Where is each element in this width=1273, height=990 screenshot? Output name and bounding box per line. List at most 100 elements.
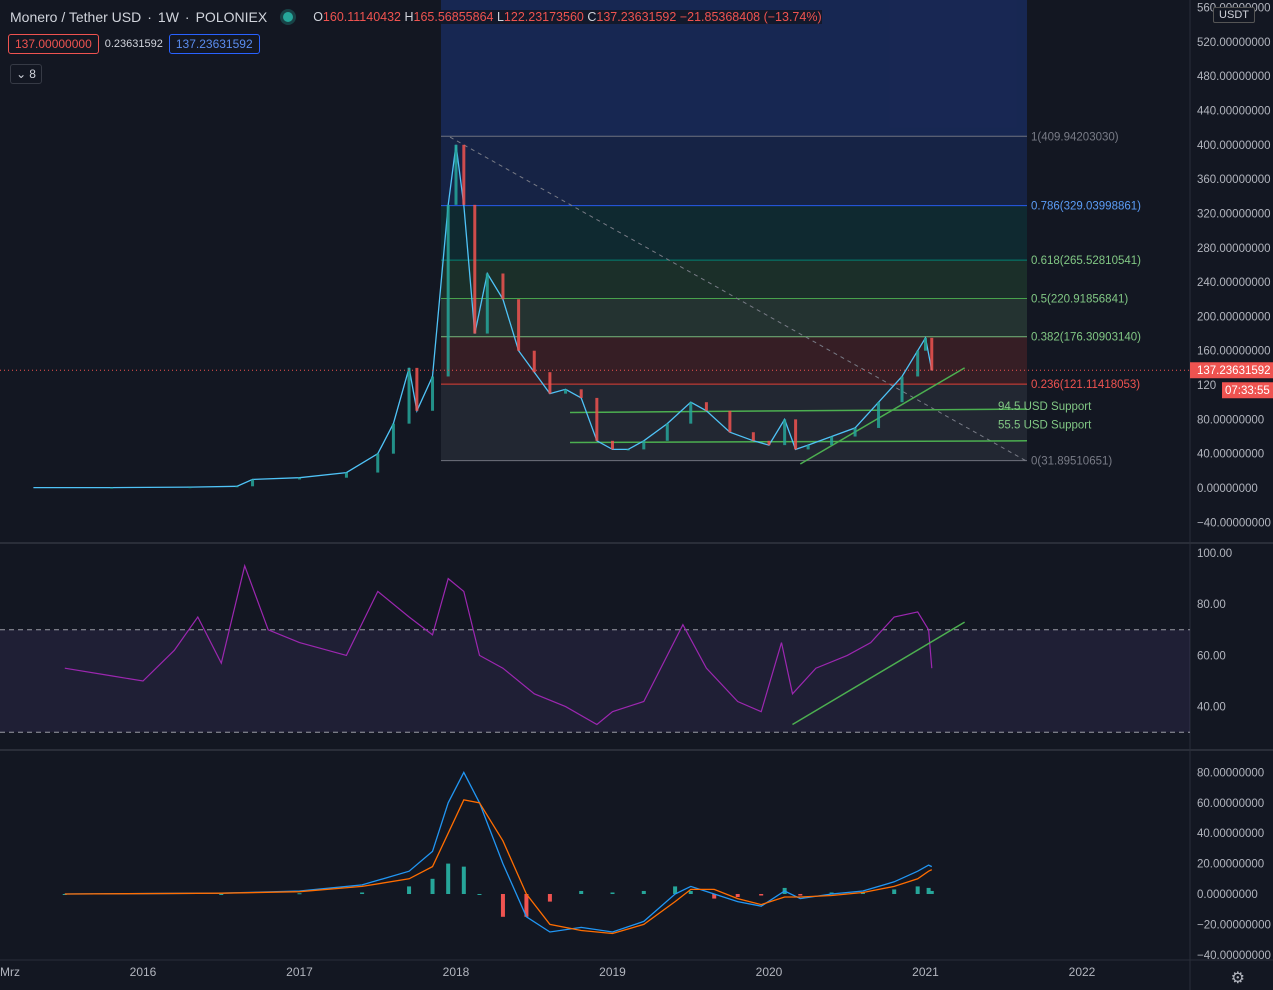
macd-axis-tick: 20.00000000 xyxy=(1197,859,1264,871)
price-candle xyxy=(877,402,881,428)
chevron-down-icon: ⌄ xyxy=(16,67,27,81)
price-candle xyxy=(391,423,395,454)
price-candle xyxy=(794,419,798,450)
price-candle xyxy=(689,402,693,424)
price-candle xyxy=(916,350,920,377)
price-axis-tick: 240.00000000 xyxy=(1197,277,1271,289)
time-axis-tick: 2016 xyxy=(130,965,157,979)
macd-histogram-bar xyxy=(579,890,584,894)
time-axis-tick: 2017 xyxy=(286,965,313,979)
macd-histogram-bar xyxy=(892,889,897,894)
price-candle xyxy=(751,432,755,441)
price-candle xyxy=(376,453,380,473)
fib-level-label: 0.618(265.52810541) xyxy=(1031,255,1141,267)
price-axis-tick: 40.00000000 xyxy=(1197,449,1264,461)
price-candle xyxy=(344,472,348,478)
time-axis-tick: 2021 xyxy=(912,965,939,979)
fib-zone xyxy=(441,136,1027,206)
price-candle xyxy=(251,479,255,487)
signal-line xyxy=(64,799,933,935)
fib-zone xyxy=(441,384,1027,461)
macd-histogram-bar xyxy=(929,890,934,894)
price-axis-tick: 200.00000000 xyxy=(1197,311,1271,323)
macd-line xyxy=(64,770,933,933)
rsi-axis-tick: 100.00 xyxy=(1197,548,1232,560)
price-candle xyxy=(415,367,419,411)
rsi-axis-tick: 60.00 xyxy=(1197,650,1226,662)
price-candle xyxy=(407,367,411,424)
indicators-toggle[interactable]: ⌄ 8 xyxy=(10,64,42,84)
sell-button[interactable]: 137.00000000 xyxy=(8,34,99,54)
macd-histogram-bar xyxy=(610,892,615,894)
price-candle xyxy=(462,144,466,205)
macd-axis-tick: 80.00000000 xyxy=(1197,767,1264,779)
price-candle xyxy=(110,487,114,489)
market-status-icon xyxy=(283,12,294,22)
gear-icon[interactable]: ⚙ xyxy=(1231,968,1245,988)
time-axis-tick: 2018 xyxy=(443,965,470,979)
time-axis-tick: 2020 xyxy=(756,965,783,979)
symbol-legend: Monero / Tether USD · 1W · POLONIEX O160… xyxy=(10,9,822,25)
price-axis-tick: 480.00000000 xyxy=(1197,71,1271,83)
chart-canvas[interactable]: 1(409.94203030) 0.786(329.03998861) 0.618(… xyxy=(0,0,1273,990)
fib-level-label: 0(31.89510651) xyxy=(1031,456,1112,468)
fib-level-label: 0.236(121.11418053) xyxy=(1031,379,1140,391)
fib-zone xyxy=(441,298,1027,337)
macd-histogram-bar xyxy=(446,863,451,894)
price-candle xyxy=(830,436,834,446)
price-axis-tick: 280.00000000 xyxy=(1197,243,1271,255)
price-axis-tick: 360.00000000 xyxy=(1197,174,1271,186)
price-axis-tick: 160.00000000 xyxy=(1197,346,1271,358)
macd-axis-tick: 0.00000000 xyxy=(1197,889,1258,901)
currency-tag[interactable]: USDT xyxy=(1213,7,1255,23)
macd-histogram-bar xyxy=(407,886,412,894)
fib-level-label: 0.786(329.03998861) xyxy=(1031,201,1141,213)
macd-axis-tick: 60.00000000 xyxy=(1197,798,1264,810)
time-axis-tick: 2022 xyxy=(1069,965,1096,979)
symbol-name[interactable]: Monero / Tether USD xyxy=(10,9,141,25)
price-axis-tick: 120 xyxy=(1197,380,1216,392)
price-axis-tick: 520.00000000 xyxy=(1197,37,1271,49)
fib-level-label: 0.382(176.30903140) xyxy=(1031,332,1141,344)
price-candle xyxy=(548,372,552,394)
countdown-label: 07:33:55 xyxy=(1225,385,1270,397)
price-candle xyxy=(564,389,568,394)
time-axis-tick: Mrz xyxy=(0,965,20,979)
annotation-label: 94.5 USD Support xyxy=(998,401,1092,413)
macd-histogram-bar xyxy=(798,894,803,896)
price-candle xyxy=(501,273,505,300)
macd-axis-tick: −20.00000000 xyxy=(1197,919,1271,931)
fib-level-label: 1(409.94203030) xyxy=(1031,131,1119,143)
price-candle xyxy=(454,144,458,205)
price-candle xyxy=(728,410,732,433)
price-axis-tick: 400.00000000 xyxy=(1197,140,1271,152)
spread-value: 0.23631592 xyxy=(104,38,163,50)
price-candle xyxy=(783,419,787,446)
fib-zone xyxy=(441,205,1027,261)
price-candle xyxy=(485,273,489,334)
price-candle xyxy=(446,204,450,377)
time-axis-tick: 2019 xyxy=(599,965,626,979)
rsi-axis-tick: 80.00 xyxy=(1197,599,1226,611)
price-candle xyxy=(642,440,646,450)
change-value: −21.85368408 (−13.74%) xyxy=(679,10,822,24)
price-candle xyxy=(517,299,521,351)
macd-histogram-bar xyxy=(477,894,482,895)
macd-histogram-bar xyxy=(297,893,302,895)
fib-zone xyxy=(441,260,1027,299)
price-axis-tick: 320.00000000 xyxy=(1197,208,1271,220)
macd-histogram-bar xyxy=(688,890,693,894)
macd-histogram-bar xyxy=(915,886,920,894)
price-candle xyxy=(298,477,301,480)
macd-axis-tick: −40.00000000 xyxy=(1197,950,1271,962)
buy-button[interactable]: 137.23631592 xyxy=(168,34,260,54)
fib-level-label: 0.5(220.91856841) xyxy=(1031,293,1128,305)
price-candle xyxy=(767,440,771,446)
price-candle xyxy=(532,350,536,373)
interval-label[interactable]: 1W xyxy=(158,9,179,25)
price-candle xyxy=(431,376,435,411)
macd-histogram-bar xyxy=(735,894,740,898)
macd-axis-tick: 40.00000000 xyxy=(1197,828,1264,840)
price-axis-tick: −40.00000000 xyxy=(1197,517,1271,529)
ohlc-values: O160.11140432 H165.56855864 L122.2317356… xyxy=(313,10,822,24)
